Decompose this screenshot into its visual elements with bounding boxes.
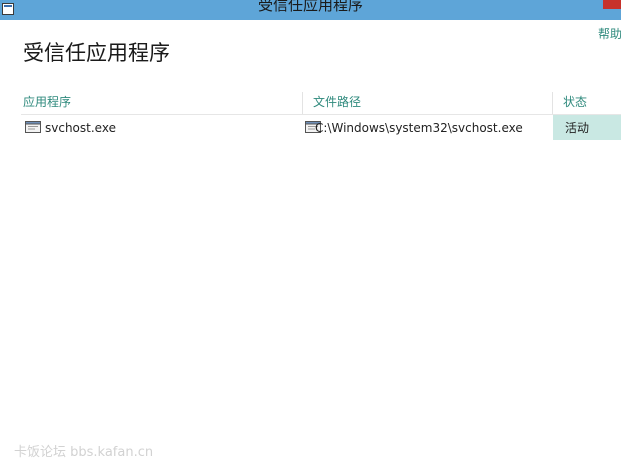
column-header-path[interactable]: 文件路径 xyxy=(313,94,361,110)
header-divider xyxy=(21,114,621,115)
status-text: 活动 xyxy=(565,121,590,135)
column-header-status[interactable]: 状态 xyxy=(563,94,587,110)
app-name-cell: svchost.exe xyxy=(45,121,116,135)
close-button[interactable] xyxy=(603,0,621,9)
file-path-cell: C:\Windows\system32\svchost.exe xyxy=(315,121,523,135)
title-bar: 受信任应用程序 xyxy=(0,0,621,20)
exe-file-icon xyxy=(25,121,41,133)
column-divider[interactable] xyxy=(302,92,303,114)
status-badge: 活动 xyxy=(553,115,621,140)
page-title: 受信任应用程序 xyxy=(23,41,170,65)
help-link[interactable]: 帮助 xyxy=(598,25,621,42)
column-header-app[interactable]: 应用程序 xyxy=(23,94,71,110)
watermark-text: 卡饭论坛 bbs.kafan.cn xyxy=(14,445,154,460)
window-title: 受信任应用程序 xyxy=(257,0,363,14)
column-divider[interactable] xyxy=(552,92,553,114)
